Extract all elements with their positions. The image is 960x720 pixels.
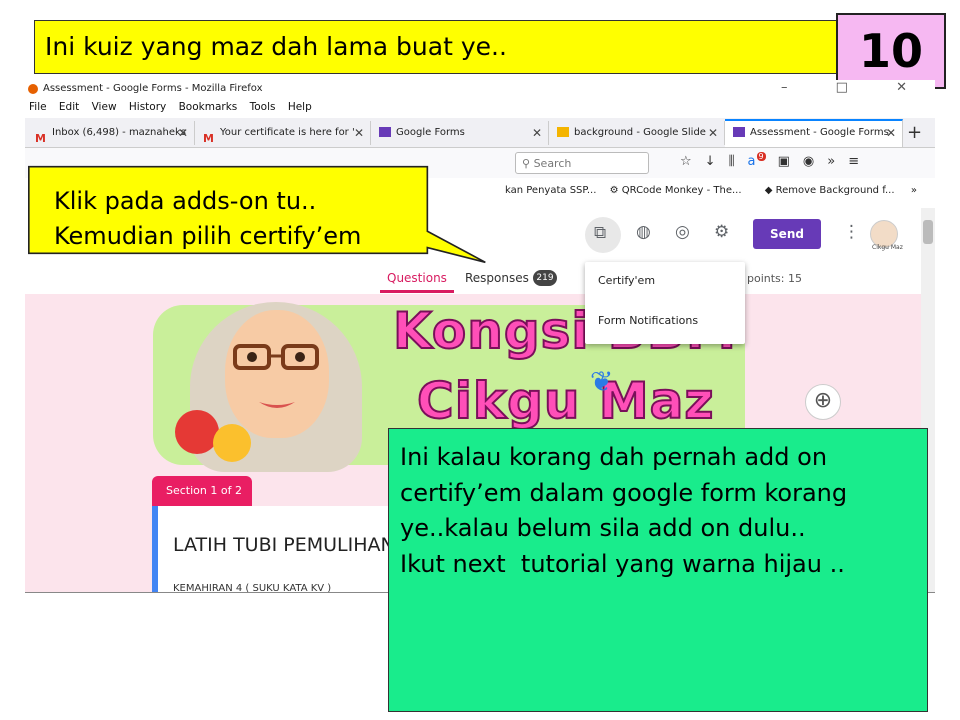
send-button[interactable]: Send bbox=[753, 219, 821, 249]
banner-title-line2: Cikgu Maz bbox=[416, 371, 715, 431]
tab-label: Assessment - Google Forms bbox=[750, 127, 889, 138]
active-tab-indicator bbox=[380, 290, 454, 293]
download-icon[interactable]: ↓ bbox=[705, 154, 729, 169]
close-icon[interactable]: ✕ bbox=[354, 121, 364, 145]
menu-help[interactable]: Help bbox=[288, 101, 312, 113]
butterfly-icon: ❦ bbox=[590, 365, 614, 398]
slide-title-banner: Ini kuiz yang maz dah lama buat ye.. bbox=[34, 20, 842, 74]
eye-icon[interactable]: ◎ bbox=[675, 222, 690, 242]
tab-label: Inbox (6,498) - maznaheks bbox=[52, 127, 187, 138]
puzzle-icon[interactable]: ⧉ bbox=[594, 223, 606, 243]
palette-icon[interactable]: ◍ bbox=[636, 222, 651, 242]
star-icon[interactable]: ☆ bbox=[680, 154, 705, 169]
menu-edit[interactable]: Edit bbox=[59, 101, 79, 113]
close-icon[interactable]: ✕ bbox=[178, 121, 188, 145]
search-placeholder: Search bbox=[533, 157, 572, 170]
tab-questions[interactable]: Questions bbox=[387, 271, 447, 285]
points-label: points: 15 bbox=[747, 272, 802, 285]
slides-icon bbox=[557, 127, 569, 137]
form-title[interactable]: LATIH TUBI PEMULIHAN bbox=[173, 534, 395, 556]
tab-label: Google Forms bbox=[396, 127, 465, 138]
apple-icon bbox=[175, 410, 219, 454]
sidebar-icon[interactable]: ▣ bbox=[778, 154, 803, 169]
bookmark-item[interactable]: ◆ Remove Background f... bbox=[765, 185, 905, 196]
cartoon-face bbox=[225, 310, 329, 438]
overflow-icon[interactable]: » bbox=[827, 154, 848, 169]
cartoon-face-features bbox=[233, 344, 319, 408]
window-title: Assessment - Google Forms - Mozilla Fire… bbox=[43, 83, 263, 94]
responses-count-badge: 219 bbox=[533, 270, 557, 286]
section-tab: Section 1 of 2 bbox=[152, 476, 252, 506]
menu-bar: File Edit View History Bookmarks Tools H… bbox=[25, 98, 935, 116]
callout-line: Kemudian pilih certify’em bbox=[54, 222, 362, 250]
bookmark-item[interactable]: kan Penyata SSP... bbox=[505, 185, 596, 196]
forms-icon bbox=[379, 127, 391, 137]
tab-responses[interactable]: Responses bbox=[465, 271, 529, 285]
avatar-label: Cikgu Maz bbox=[872, 244, 903, 251]
library-icon[interactable]: ⫼ bbox=[729, 154, 748, 169]
menu-view[interactable]: View bbox=[92, 101, 117, 113]
browser-toolbar-icons: ☆↓⫼a9 ▣◉»≡ bbox=[680, 152, 872, 169]
menu-bookmarks[interactable]: Bookmarks bbox=[179, 101, 238, 113]
close-icon[interactable]: ✕ bbox=[886, 121, 896, 145]
tab-background-slides[interactable]: background - Google Slide ✕ bbox=[549, 121, 725, 145]
green-callout-text: Ini kalau korang dah pernah add on certi… bbox=[400, 443, 848, 578]
close-icon[interactable]: ✕ bbox=[532, 121, 542, 145]
slide-number: 10 bbox=[836, 13, 946, 89]
gmail-icon: M bbox=[203, 132, 214, 145]
bookmark-item[interactable]: ⚙ QRCode Monkey - The... bbox=[610, 185, 752, 196]
bookmarks-overflow-icon[interactable]: » bbox=[911, 182, 917, 200]
scrollbar-thumb[interactable] bbox=[923, 220, 933, 244]
more-vert-icon[interactable]: ⋮ bbox=[843, 222, 860, 242]
new-tab-button[interactable]: + bbox=[907, 122, 922, 143]
search-input[interactable]: ⚲ Search bbox=[515, 152, 649, 174]
tab-strip: M Inbox (6,498) - maznaheks ✕ M Your certif… bbox=[25, 118, 935, 148]
search-icon: ⚲ bbox=[522, 157, 531, 170]
menu-icon[interactable]: ≡ bbox=[848, 154, 872, 169]
menu-history[interactable]: History bbox=[129, 101, 166, 113]
window-controls[interactable]: – □ ✕ bbox=[781, 80, 929, 95]
tab-google-forms[interactable]: Google Forms ✕ bbox=[371, 121, 549, 145]
firefox-icon bbox=[28, 84, 38, 94]
menu-file[interactable]: File bbox=[29, 101, 47, 113]
tab-label: background - Google Slide bbox=[574, 127, 706, 138]
menu-tools[interactable]: Tools bbox=[250, 101, 276, 113]
tab-assessment[interactable]: Assessment - Google Forms ✕ bbox=[725, 119, 903, 147]
tab-inbox[interactable]: M Inbox (6,498) - maznaheks ✕ bbox=[27, 121, 195, 145]
bookmark-label: Remove Background f... bbox=[775, 185, 895, 196]
yellow-callout-text: Klik pada adds-on tu.. Kemudian pilih ce… bbox=[54, 184, 361, 254]
apple-icon bbox=[213, 424, 251, 462]
account-icon[interactable]: ◉ bbox=[803, 154, 827, 169]
gear-icon[interactable]: ⚙ bbox=[714, 222, 729, 242]
menu-item-certifyem[interactable]: Certify'em bbox=[598, 274, 655, 287]
form-description[interactable]: KEMAHIRAN 4 ( SUKU KATA KV ) bbox=[173, 583, 331, 592]
tab-label: Your certificate is here for ' bbox=[220, 127, 355, 138]
tab-certificate[interactable]: M Your certificate is here for ' ✕ bbox=[195, 121, 371, 145]
add-question-button[interactable]: ⊕ bbox=[805, 384, 841, 420]
close-icon[interactable]: ✕ bbox=[708, 121, 718, 145]
forms-icon bbox=[733, 127, 745, 137]
callout-line: Klik pada adds-on tu.. bbox=[54, 187, 317, 215]
gmail-icon: M bbox=[35, 132, 46, 145]
menu-item-form-notifications[interactable]: Form Notifications bbox=[598, 314, 698, 327]
extension-badge: 9 bbox=[756, 152, 766, 161]
bookmark-label: QRCode Monkey - The... bbox=[621, 185, 742, 196]
bookmarks-bar: kan Penyata SSP... ⚙ QRCode Monkey - The… bbox=[505, 182, 935, 200]
